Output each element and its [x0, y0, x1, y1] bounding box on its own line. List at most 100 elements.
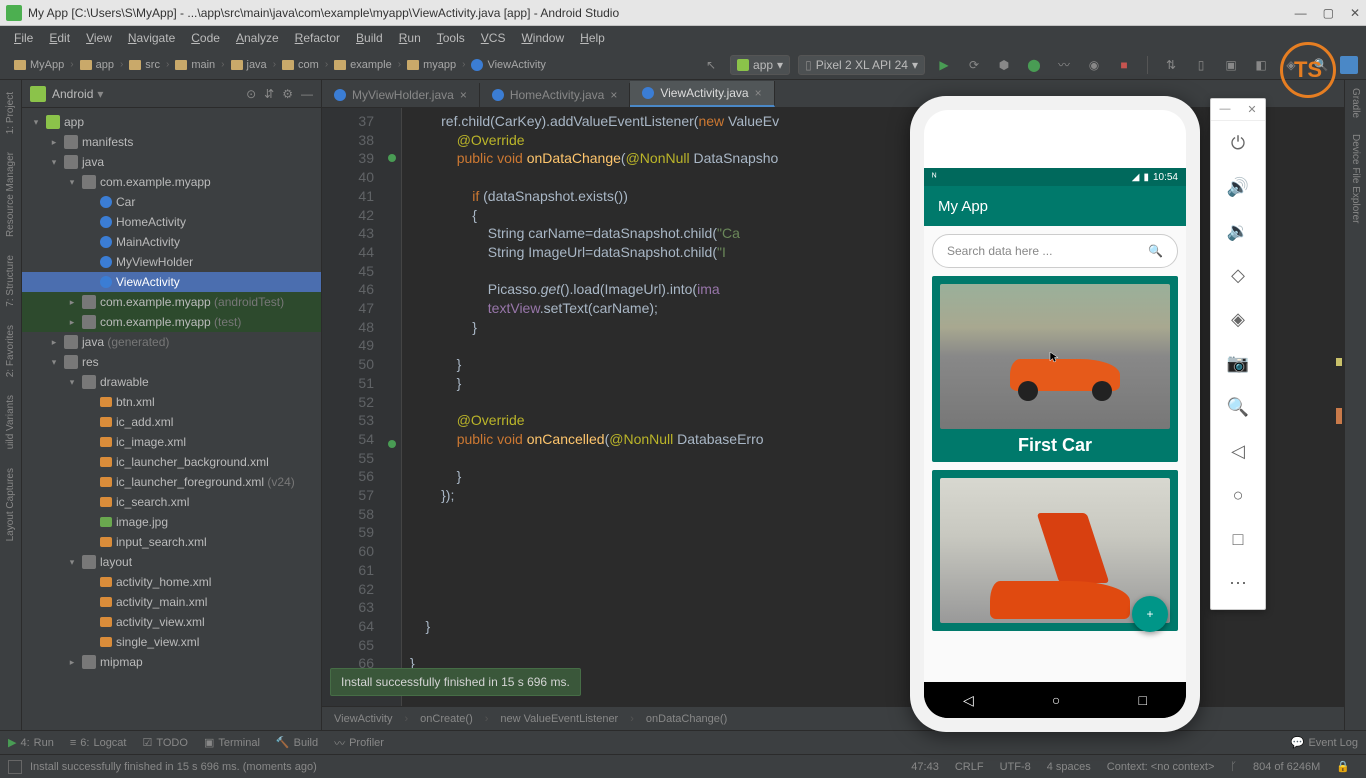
car-card-1[interactable]: First Car	[932, 276, 1178, 462]
avd-manager-icon[interactable]: ▯	[1190, 54, 1212, 76]
emu-close-icon[interactable]: ✕	[1247, 103, 1256, 116]
tree-item-ic-search-xml[interactable]: ic_search.xml	[22, 492, 321, 512]
tree-item-mainactivity[interactable]: MainActivity	[22, 232, 321, 252]
volume-up-button[interactable]: 🔊	[1211, 165, 1265, 209]
tree-item-myviewholder[interactable]: MyViewHolder	[22, 252, 321, 272]
tab-event-log[interactable]: 💬Event Log	[1291, 736, 1358, 749]
sdk-manager-icon[interactable]: ▣	[1220, 54, 1242, 76]
menu-analyze[interactable]: Analyze	[230, 29, 285, 47]
project-view-dropdown[interactable]: Android	[52, 87, 93, 101]
rail-uild-variants[interactable]: uild Variants	[3, 387, 18, 457]
menu-run[interactable]: Run	[393, 29, 427, 47]
tree-item-input-search-xml[interactable]: input_search.xml	[22, 532, 321, 552]
menu-vcs[interactable]: VCS	[475, 29, 512, 47]
tree-item-activity-view-xml[interactable]: activity_view.xml	[22, 612, 321, 632]
run-button[interactable]: ▶	[933, 54, 955, 76]
tab-terminal[interactable]: ▣Terminal	[204, 736, 260, 749]
code-area[interactable]: ref.child(CarKey).addValueEventListener(…	[402, 108, 1344, 706]
tree-item-java[interactable]: ▾java	[22, 152, 321, 172]
emu-home-button[interactable]: ○	[1211, 473, 1265, 517]
rail-resource-manager[interactable]: Resource Manager	[3, 144, 18, 245]
breadcrumb-item[interactable]: myapp	[401, 57, 462, 73]
tree-item-activity-main-xml[interactable]: activity_main.xml	[22, 592, 321, 612]
tree-item-drawable[interactable]: ▾drawable	[22, 372, 321, 392]
emu-overview-button[interactable]: □	[1211, 517, 1265, 561]
tree-item-ic-launcher-background-xml[interactable]: ic_launcher_background.xml	[22, 452, 321, 472]
tab-run[interactable]: ▶4:Run	[8, 736, 54, 749]
project-tree[interactable]: ▾app▸manifests▾java▾com.example.myappCar…	[22, 108, 321, 730]
profiler-button[interactable]: 〰	[1053, 54, 1075, 76]
menu-tools[interactable]: Tools	[431, 29, 471, 47]
maximize-button[interactable]: ▢	[1323, 6, 1334, 20]
breadcrumb-item[interactable]: java	[225, 57, 273, 73]
breadcrumb-item[interactable]: example	[328, 57, 398, 73]
encoding[interactable]: UTF-8	[992, 761, 1039, 773]
apply-changes-button[interactable]: ⟳	[963, 54, 985, 76]
tree-item-single-view-xml[interactable]: single_view.xml	[22, 632, 321, 652]
tab-profiler[interactable]: 〰Profiler	[334, 735, 384, 751]
rotate-right-button[interactable]: ◈	[1211, 297, 1265, 341]
tree-item-ic-add-xml[interactable]: ic_add.xml	[22, 412, 321, 432]
tree-item-mipmap[interactable]: ▸mipmap	[22, 652, 321, 672]
tree-item-layout[interactable]: ▾layout	[22, 552, 321, 572]
coverage-icon[interactable]: ⬤	[1023, 54, 1045, 76]
rail----structure[interactable]: 7: Structure	[3, 247, 18, 315]
rail----project[interactable]: 1: Project	[3, 84, 18, 142]
tab-todo[interactable]: ☑TODO	[142, 736, 187, 749]
menu-navigate[interactable]: Navigate	[122, 29, 181, 47]
back-button[interactable]: ◁	[963, 692, 974, 709]
tree-item-com-example-myapp[interactable]: ▾com.example.myapp	[22, 172, 321, 192]
editor-tab-ViewActivity.java[interactable]: ViewActivity.java×	[630, 81, 774, 107]
screenshot-button[interactable]: 📷	[1211, 341, 1265, 385]
editor-tab-MyViewHolder.java[interactable]: MyViewHolder.java×	[322, 83, 480, 107]
breadcrumb-item[interactable]: src	[123, 57, 166, 73]
search-input[interactable]: Search data here ... 🔍	[932, 234, 1178, 268]
menu-build[interactable]: Build	[350, 29, 389, 47]
scroll-from-source-icon[interactable]: ⊙	[246, 87, 256, 101]
layout-inspector-icon[interactable]: ◧	[1250, 54, 1272, 76]
recents-button[interactable]: □	[1138, 692, 1146, 708]
tree-item-app[interactable]: ▾app	[22, 112, 321, 132]
tree-item-ic-launcher-foreground-xml[interactable]: ic_launcher_foreground.xml (v24)	[22, 472, 321, 492]
line-ending[interactable]: CRLF	[947, 761, 992, 773]
power-button[interactable]: ⏻	[1211, 121, 1265, 165]
tree-item-java[interactable]: ▸java (generated)	[22, 332, 321, 352]
rail-gradle[interactable]: Gradle	[1348, 80, 1363, 126]
phone-screen[interactable]: ᴺ ◢ ▮ 10:54 My App Search data here ... …	[924, 168, 1186, 718]
menu-view[interactable]: View	[80, 29, 118, 47]
tree-item-image-jpg[interactable]: image.jpg	[22, 512, 321, 532]
breadcrumb-item[interactable]: main	[169, 57, 221, 73]
breadcrumb-item[interactable]: ViewActivity	[465, 57, 551, 73]
tree-item-viewactivity[interactable]: ViewActivity	[22, 272, 321, 292]
device-dropdown[interactable]: ▯ Pixel 2 XL API 24 ▾	[798, 55, 925, 75]
collapse-icon[interactable]: ⇵	[264, 87, 274, 101]
more-button[interactable]: ⋯	[1211, 561, 1265, 605]
rail-device-file-explorer[interactable]: Device File Explorer	[1348, 126, 1363, 231]
fab-add-button[interactable]: +	[1132, 596, 1168, 632]
zoom-button[interactable]: 🔍	[1211, 385, 1265, 429]
rotate-left-button[interactable]: ◇	[1211, 253, 1265, 297]
tree-item-res[interactable]: ▾res	[22, 352, 321, 372]
minimize-button[interactable]: —	[1295, 6, 1307, 20]
sync-icon[interactable]: ⇅	[1160, 54, 1182, 76]
close-tab-icon[interactable]: ×	[610, 88, 617, 102]
editor-breadcrumb-item[interactable]: onCreate()	[420, 713, 473, 725]
avatar-icon[interactable]	[1340, 56, 1358, 74]
debug-button[interactable]: ⬢	[993, 54, 1015, 76]
tab-logcat[interactable]: ≡6:Logcat	[70, 737, 127, 749]
git-branch[interactable]: ᚴ	[1222, 761, 1245, 773]
rail-layout-captures[interactable]: Layout Captures	[3, 460, 18, 549]
breadcrumb-item[interactable]: MyApp	[8, 57, 70, 73]
tree-item-com-example-myapp[interactable]: ▸com.example.myapp (androidTest)	[22, 292, 321, 312]
hide-panel-icon[interactable]: —	[301, 87, 313, 101]
tree-item-btn-xml[interactable]: btn.xml	[22, 392, 321, 412]
memory-indicator[interactable]: 804 of 6246M	[1245, 761, 1328, 773]
tree-item-ic-image-xml[interactable]: ic_image.xml	[22, 432, 321, 452]
run-config-dropdown[interactable]: app ▾	[730, 55, 790, 75]
tab-build[interactable]: 🔨Build	[276, 736, 318, 749]
attach-debugger-icon[interactable]: ◉	[1083, 54, 1105, 76]
emu-minimize-icon[interactable]: —	[1219, 103, 1230, 116]
emu-back-button[interactable]: ◁	[1211, 429, 1265, 473]
rail----favorites[interactable]: 2: Favorites	[3, 317, 18, 385]
menu-file[interactable]: File	[8, 29, 39, 47]
